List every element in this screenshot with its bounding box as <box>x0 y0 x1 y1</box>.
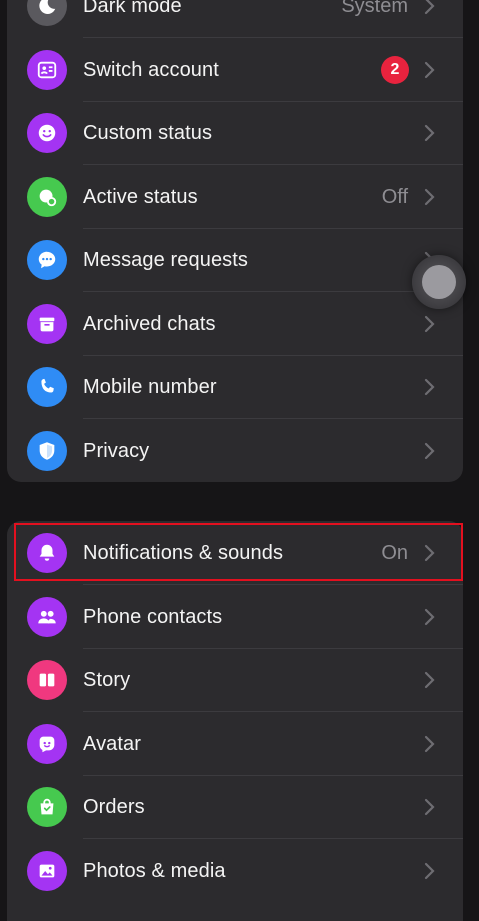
row-orders[interactable]: Orders <box>7 775 463 839</box>
row-label: Switch account <box>83 58 219 81</box>
chevron-right-icon <box>424 798 435 816</box>
row-label: Photos & media <box>83 859 226 882</box>
highlight-box <box>14 523 463 581</box>
row-active-status[interactable]: Active status Off <box>7 165 463 229</box>
chevron-right-icon <box>424 124 435 142</box>
row-label: Orders <box>83 795 145 818</box>
row-avatar[interactable]: Avatar <box>7 712 463 776</box>
row-label: Privacy <box>83 439 150 462</box>
row-label: Avatar <box>83 732 142 755</box>
active-status-icon <box>27 177 67 217</box>
row-label: Phone contacts <box>83 605 223 628</box>
avatar-icon <box>27 724 67 764</box>
row-label: Story <box>83 668 131 691</box>
switch-account-icon <box>27 50 67 90</box>
contacts-icon <box>27 597 67 637</box>
shopping-bag-icon <box>27 787 67 827</box>
chevron-right-icon <box>424 862 435 880</box>
notification-badge: 2 <box>381 56 409 84</box>
story-icon <box>27 660 67 700</box>
phone-icon <box>27 367 67 407</box>
chevron-right-icon <box>424 61 435 79</box>
chevron-right-icon <box>424 188 435 206</box>
row-label: Custom status <box>83 121 213 144</box>
row-privacy[interactable]: Privacy <box>7 419 463 482</box>
settings-group-preferences: Notifications & sounds On Phone contacts… <box>7 521 463 921</box>
settings-group-account: Dark mode System Switch account 2 Custom… <box>7 0 463 482</box>
chat-bubble-icon <box>27 240 67 280</box>
smiley-icon <box>27 113 67 153</box>
chevron-right-icon <box>424 671 435 689</box>
row-story[interactable]: Story <box>7 648 463 712</box>
chevron-right-icon <box>424 315 435 333</box>
row-label: Mobile number <box>83 375 217 398</box>
photo-icon <box>27 851 67 891</box>
row-phone-contacts[interactable]: Phone contacts <box>7 585 463 649</box>
row-label: Archived chats <box>83 312 216 335</box>
row-custom-status[interactable]: Custom status <box>7 101 463 165</box>
row-value: System <box>341 0 408 17</box>
row-dark-mode[interactable]: Dark mode System <box>7 0 463 38</box>
row-mobile-number[interactable]: Mobile number <box>7 355 463 419</box>
row-archived-chats[interactable]: Archived chats <box>7 292 463 356</box>
row-value: Off <box>381 185 408 208</box>
row-label: Active status <box>83 185 198 208</box>
row-label: Dark mode <box>83 0 182 17</box>
row-message-requests[interactable]: Message requests <box>7 228 463 292</box>
touch-indicator <box>412 255 466 309</box>
shield-icon <box>27 431 67 471</box>
archive-box-icon <box>27 304 67 344</box>
moon-icon <box>27 0 67 26</box>
row-switch-account[interactable]: Switch account 2 <box>7 38 463 102</box>
chevron-right-icon <box>424 608 435 626</box>
row-label: Message requests <box>83 248 249 271</box>
chevron-right-icon <box>424 378 435 396</box>
row-photos-media[interactable]: Photos & media <box>7 839 463 903</box>
chevron-right-icon <box>424 735 435 753</box>
chevron-right-icon <box>424 0 435 15</box>
chevron-right-icon <box>424 442 435 460</box>
